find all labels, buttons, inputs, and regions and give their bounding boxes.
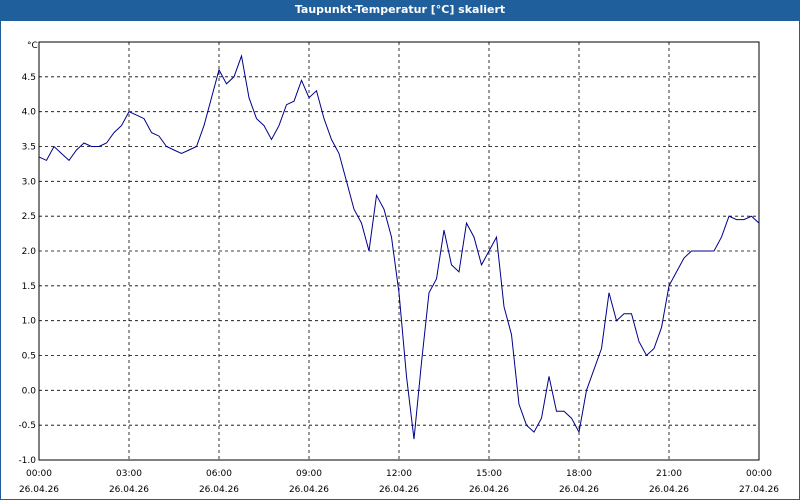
- line-chart: °C -1.0 -0.5 0.0 0.5 1.0 1.5 2.0 2.5 3.0 3.5 4.0 4.…: [18, 41, 779, 495]
- x-tick-date-label: 26.04.26: [19, 485, 59, 495]
- y-tick-label: 3.5: [22, 143, 36, 153]
- x-tick-date-label: 26.04.26: [469, 485, 509, 495]
- chart-grid: [39, 42, 759, 461]
- y-tick-label: 0.5: [22, 352, 36, 362]
- x-tick-time-label: 03:00: [116, 469, 142, 479]
- y-tick-label: -1.0: [18, 456, 36, 466]
- y-tick-label: 1.0: [22, 317, 37, 327]
- x-tick-time-label: 18:00: [566, 469, 592, 479]
- x-tick-time-label: 12:00: [386, 469, 412, 479]
- y-tick-label: 2.0: [22, 247, 37, 257]
- y-tick-labels: -1.0 -0.5 0.0 0.5 1.0 1.5 2.0 2.5 3.0 3.5 4.0 4.5: [18, 73, 36, 466]
- y-tick-label: 0.0: [22, 386, 37, 396]
- x-tick-date-label: 26.04.26: [559, 485, 599, 495]
- x-tick-date-label: 27.04.26: [739, 485, 779, 495]
- x-tick-time-label: 09:00: [296, 469, 322, 479]
- x-tick-time-label: 06:00: [206, 469, 232, 479]
- x-tick-date-label: 26.04.26: [109, 485, 149, 495]
- y-tick-label: 2.5: [22, 212, 36, 222]
- x-tick-date-label: 26.04.26: [199, 485, 239, 495]
- x-tick-time-label: 15:00: [476, 469, 502, 479]
- x-tick-labels: 00:00 26.04.26 03:00 26.04.26 06:00 26.04.26 0…: [19, 469, 779, 495]
- x-tick-time-label: 00:00: [746, 469, 772, 479]
- y-axis-unit-label: °C: [27, 41, 38, 51]
- y-tick-label: 4.5: [22, 73, 36, 83]
- x-tick-date-label: 26.04.26: [289, 485, 329, 495]
- x-tick-time-label: 21:00: [656, 469, 682, 479]
- y-tick-label: 4.0: [22, 108, 37, 118]
- x-tick-time-label: 00:00: [26, 469, 52, 479]
- y-tick-label: 3.0: [22, 177, 37, 187]
- x-tick-date-label: 26.04.26: [649, 485, 689, 495]
- x-tick-date-label: 26.04.26: [379, 485, 419, 495]
- y-tick-label: 1.5: [22, 282, 36, 292]
- y-tick-label: -0.5: [18, 421, 36, 431]
